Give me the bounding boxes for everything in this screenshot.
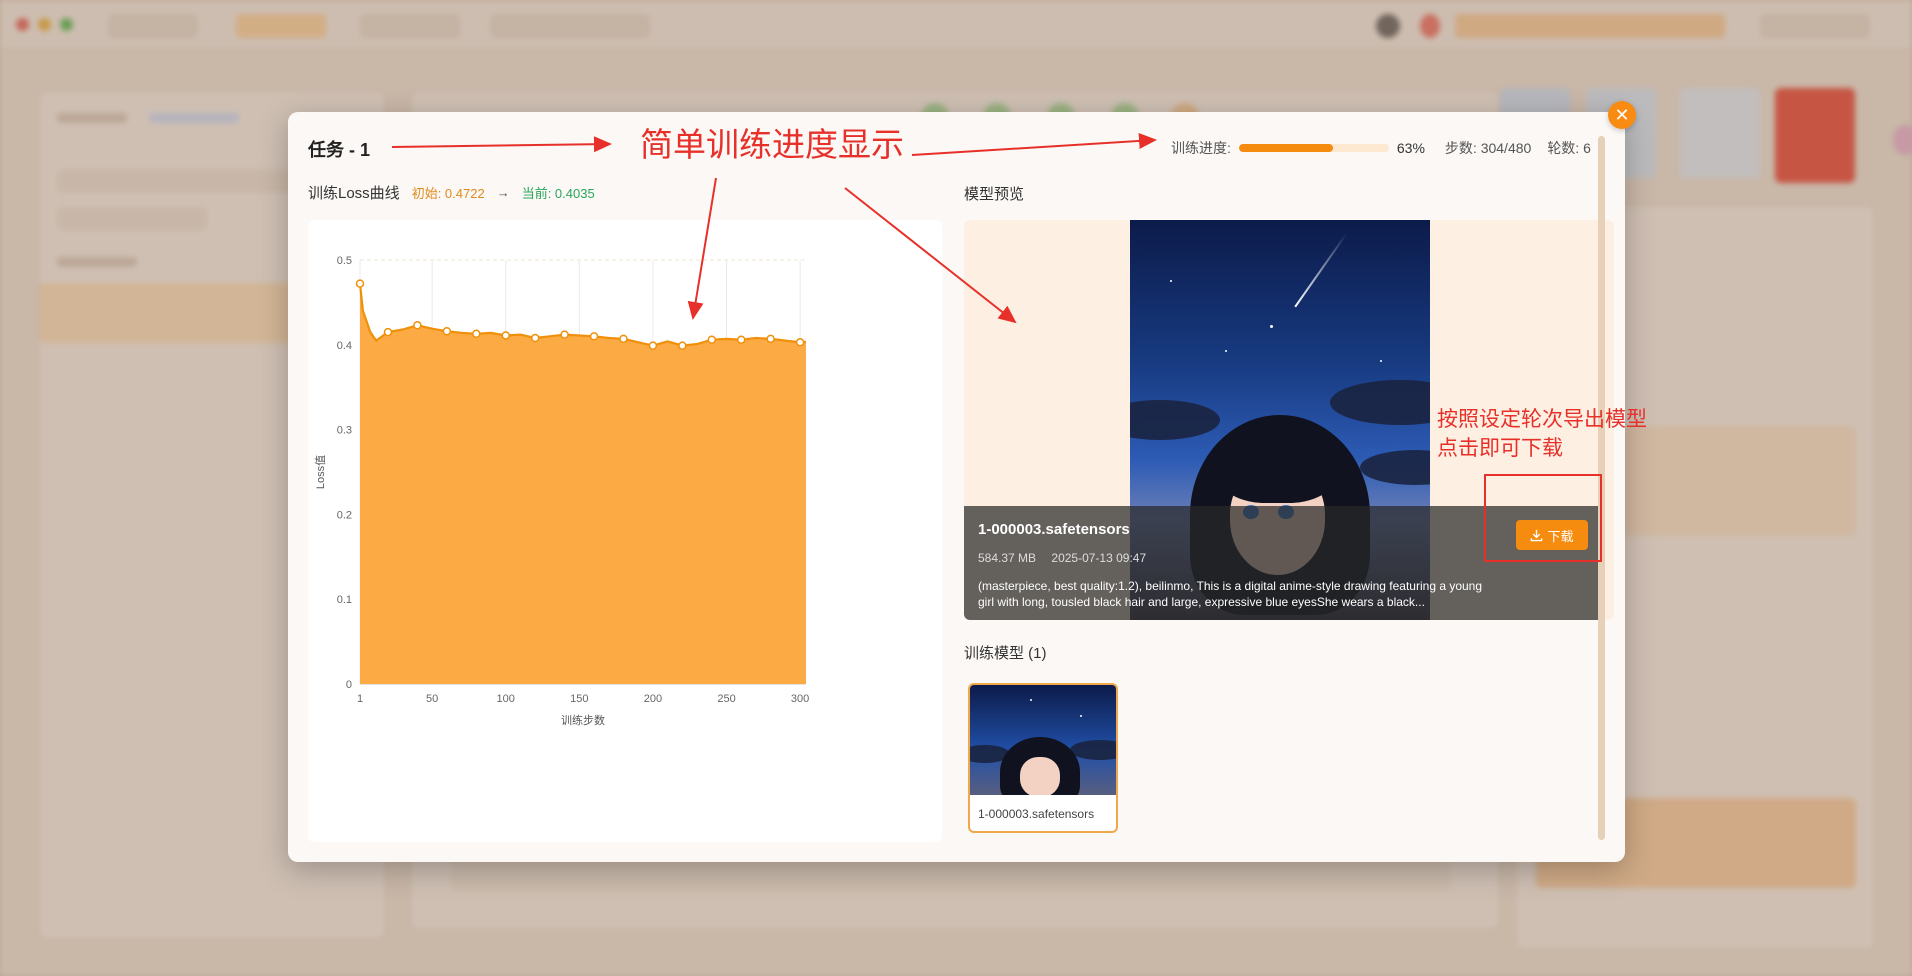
star [1270, 325, 1273, 328]
star [1080, 715, 1082, 717]
loss-point [560, 330, 569, 339]
loss-chart: 0 0.1 0.2 0.3 0.4 0.5 1 50 100 150 200 250 300 训练步数 Lo… [308, 220, 942, 842]
x-tick-label: 300 [791, 693, 809, 705]
loss-point [648, 341, 658, 350]
meteor [1294, 232, 1348, 308]
trained-models-heading: 训练模型 (1) [964, 645, 1047, 662]
annotation-highlight-box [1484, 474, 1602, 562]
loss-heading: 训练Loss曲线 [308, 185, 400, 202]
y-tick-label: 0 [346, 679, 352, 691]
annotation-side: 按照设定轮次导出模型 点击即可下载 [1437, 405, 1657, 463]
loss-point [589, 332, 599, 341]
loss-chart-svg: 00.10.20.30.40.51 50 100 150 200 250 300训练步数Lo… [314, 255, 809, 727]
model-prompt: (masterpiece, best quality:1.2), beilinm… [978, 579, 1483, 609]
y-tick-label: 0.1 [337, 594, 352, 606]
progress-label: 训练进度: [1171, 140, 1231, 156]
loss-point [413, 321, 422, 330]
star [1380, 360, 1382, 362]
training-task-modal: 任务 - 1 训练进度: 63% 步数: 304/480 轮数: 6 训练Los… [288, 112, 1625, 862]
star [1170, 280, 1172, 282]
loss-point [795, 338, 805, 347]
loss-point [383, 327, 393, 337]
loss-point [707, 335, 717, 344]
model-date: 2025-07-13 09:47 [1051, 551, 1147, 565]
x-tick-label: 1 [357, 693, 363, 705]
loss-current-value: 当前: 0.4035 [521, 186, 595, 201]
model-file-name: 1-000003.safetensors [978, 521, 1130, 538]
loss-point [678, 341, 687, 350]
x-tick-label: 50 [426, 693, 438, 705]
preview-heading: 模型预览 [964, 186, 1025, 203]
trained-model-card[interactable]: 1-000003.safetensors [968, 683, 1118, 833]
girl-face [1020, 757, 1060, 795]
cloud [1070, 740, 1116, 760]
cloud [1360, 450, 1430, 485]
loss-point [736, 335, 746, 344]
loss-point [619, 334, 628, 344]
modal-title: 任务 - 1 [308, 140, 371, 160]
star [1030, 699, 1032, 701]
loss-initial-value: 初始: 0.4722 [411, 186, 485, 201]
y-axis-label: Loss值 [314, 455, 327, 489]
x-tick-label: 250 [717, 693, 735, 705]
y-tick-label: 0.2 [337, 509, 352, 521]
training-progress: 训练进度: 63% 步数: 304/480 轮数: 6 [1171, 138, 1591, 158]
x-axis-label: 训练步数 [561, 713, 605, 727]
annotation-title: 简单训练进度显示 [640, 126, 904, 163]
trained-model-label: 1-000003.safetensors [978, 807, 1095, 821]
annotation-side-line2: 点击即可下载 [1437, 437, 1563, 460]
x-tick-label: 100 [497, 693, 515, 705]
y-tick-label: 0.4 [337, 340, 352, 352]
cloud [1330, 380, 1430, 425]
y-tick-label: 0.5 [337, 255, 352, 267]
loss-header: 训练Loss曲线 初始: 0.4722 → 当前: 0.4035 [308, 182, 595, 203]
model-meta: 584.37 MB 2025-07-13 09:47 [978, 551, 1158, 565]
progress-fill [1238, 144, 1334, 152]
loss-point [530, 333, 540, 343]
loss-point [472, 329, 481, 339]
star [1225, 350, 1227, 352]
close-icon[interactable]: ✕ [1608, 101, 1636, 129]
cloud [1130, 400, 1220, 440]
progress-bar [1238, 144, 1389, 152]
loss-point [766, 334, 775, 344]
progress-percent: 63% [1396, 140, 1425, 156]
loss-arrow: → [496, 185, 510, 200]
x-tick-label: 150 [570, 693, 588, 705]
model-size: 584.37 MB [978, 551, 1037, 565]
steps-count: 步数: 304/480 [1444, 140, 1532, 156]
y-tick-label: 0.3 [337, 425, 352, 437]
loss-point [501, 331, 510, 340]
epochs-count: 轮数: 6 [1547, 140, 1591, 156]
loss-point [355, 279, 365, 288]
loss-area [360, 283, 806, 684]
loss-point [442, 326, 452, 336]
x-tick-label: 200 [644, 693, 662, 705]
annotation-side-line1: 按照设定轮次导出模型 [1437, 408, 1647, 431]
girl-bangs [1222, 448, 1332, 503]
trained-model-thumbnail [970, 685, 1116, 795]
